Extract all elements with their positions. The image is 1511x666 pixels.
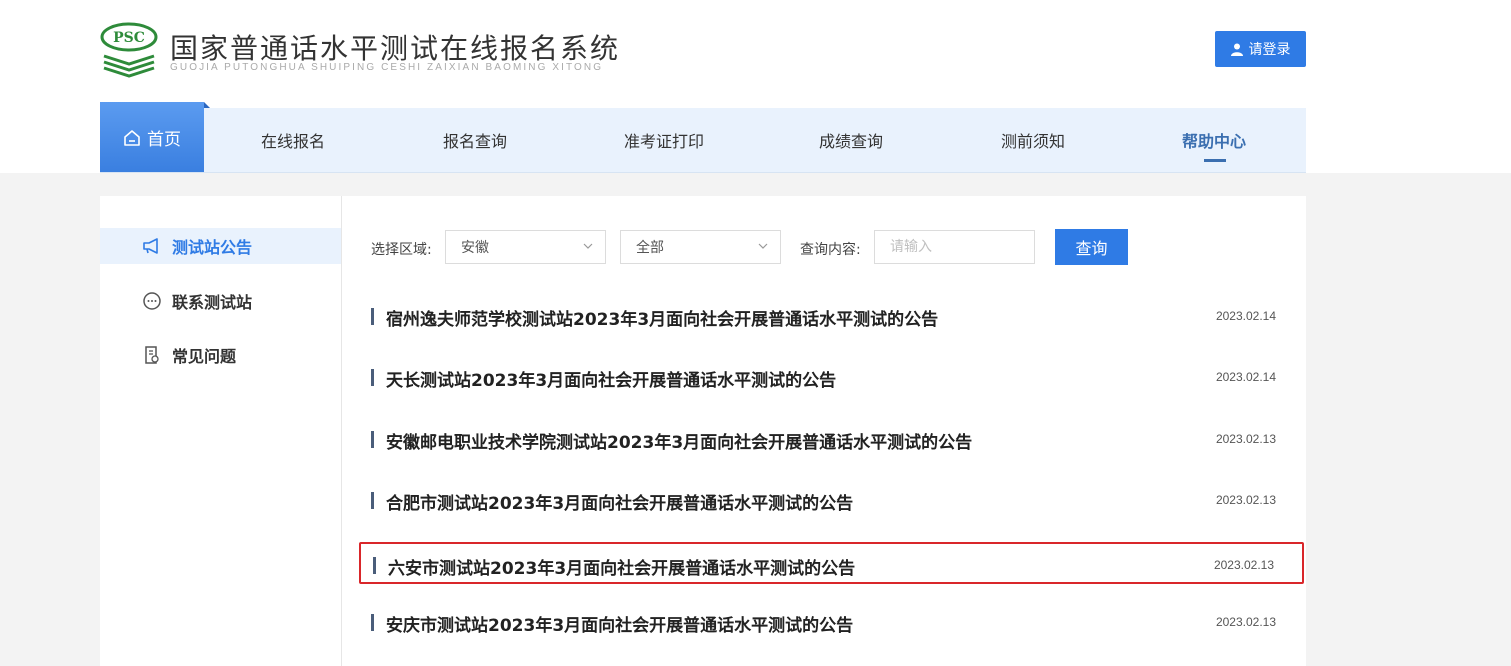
notice-title[interactable]: 宿州逸夫师范学校测试站2023年3月面向社会开展普通话水平测试的公告	[386, 305, 938, 330]
sidebar-item-label: 联系测试站	[172, 293, 253, 312]
notice-item[interactable]: 安徽邮电职业技术学院测试站2023年3月面向社会开展普通话水平测试的公告 202…	[359, 418, 1304, 460]
notice-date: 2023.02.14	[1215, 370, 1276, 384]
region-select[interactable]: 安徽	[445, 230, 606, 264]
site-title: 国家普通话水平测试在线报名系统	[170, 32, 621, 65]
region-label: 选择区域:	[371, 242, 432, 258]
notice-marker	[371, 308, 374, 325]
notice-item[interactable]: 天长测试站2023年3月面向社会开展普通话水平测试的公告 2023.02.14	[359, 356, 1304, 398]
home-icon	[124, 129, 140, 146]
nav-item-registration-query[interactable]: 报名查询	[442, 108, 508, 172]
notice-title[interactable]: 天长测试站2023年3月面向社会开展普通话水平测试的公告	[386, 366, 836, 391]
notice-title[interactable]: 合肥市测试站2023年3月面向社会开展普通话水平测试的公告	[386, 489, 853, 514]
megaphone-icon	[143, 238, 158, 254]
notice-title[interactable]: 安庆市测试站2023年3月面向社会开展普通话水平测试的公告	[386, 611, 853, 636]
nav-home-label: 首页	[147, 129, 181, 150]
sidebar-item-label: 测试站公告	[172, 238, 253, 257]
notice-title[interactable]: 安徽邮电职业技术学院测试站2023年3月面向社会开展普通话水平测试的公告	[386, 428, 972, 453]
search-input[interactable]	[874, 230, 1035, 264]
document-icon	[145, 346, 159, 364]
notice-item[interactable]: 合肥市测试站2023年3月面向社会开展普通话水平测试的公告 2023.02.13	[359, 479, 1304, 521]
sidebar-item-label: 常见问题	[172, 347, 237, 366]
login-button[interactable]: 请登录	[1215, 31, 1306, 67]
sidebar-item-faq[interactable]: 常见问题	[100, 337, 341, 373]
psc-logo: PSC	[100, 22, 158, 78]
notice-date: 2023.02.14	[1215, 309, 1276, 323]
notice-marker	[373, 557, 376, 574]
query-button[interactable]: 查询	[1055, 229, 1128, 265]
svg-text:PSC: PSC	[113, 30, 145, 46]
notice-marker	[371, 369, 374, 386]
nav-item-online-registration[interactable]: 在线报名	[260, 108, 326, 172]
scope-select-value: 全部	[636, 240, 664, 256]
notice-date: 2023.02.13	[1215, 432, 1276, 446]
region-select-value: 安徽	[461, 240, 489, 256]
nav-item-score-query[interactable]: 成绩查询	[818, 108, 884, 172]
notice-date: 2023.02.13	[1215, 615, 1276, 629]
nav-item-admission-ticket[interactable]: 准考证打印	[622, 108, 706, 172]
sidebar-item-notices[interactable]: 测试站公告	[100, 228, 341, 264]
query-label: 查询内容:	[800, 242, 861, 258]
notice-marker	[371, 431, 374, 448]
nav-active-indicator	[1204, 159, 1226, 162]
chevron-down-icon	[758, 243, 768, 249]
notice-date: 2023.02.13	[1215, 493, 1276, 507]
notice-item-highlighted[interactable]: 六安市测试站2023年3月面向社会开展普通话水平测试的公告 2023.02.13	[359, 542, 1304, 584]
sidebar-item-contact[interactable]: 联系测试站	[100, 283, 341, 319]
notice-marker	[371, 614, 374, 631]
nav-item-pretest-notice[interactable]: 测前须知	[1000, 108, 1066, 172]
notice-title[interactable]: 六安市测试站2023年3月面向社会开展普通话水平测试的公告	[388, 554, 855, 579]
nav-item-help-center[interactable]: 帮助中心	[1181, 108, 1247, 172]
notice-item[interactable]: 宿州逸夫师范学校测试站2023年3月面向社会开展普通话水平测试的公告 2023.…	[359, 295, 1304, 337]
scope-select[interactable]: 全部	[620, 230, 781, 264]
notice-marker	[371, 492, 374, 509]
nav-item-home[interactable]: 首页	[100, 102, 210, 172]
sidebar: 测试站公告 联系测试站 常见问题	[100, 196, 342, 666]
login-label: 请登录	[1248, 42, 1291, 58]
user-icon	[1230, 43, 1243, 56]
notice-date: 2023.02.13	[1213, 558, 1274, 572]
notice-item[interactable]: 安庆市测试站2023年3月面向社会开展普通话水平测试的公告 2023.02.13	[359, 601, 1304, 643]
content-panel: 测试站公告 联系测试站 常见问题 选择区域: 安徽 全部 查询内容: 请输入 查…	[100, 196, 1306, 666]
chevron-down-icon	[583, 243, 593, 249]
main-nav: 首页 在线报名 报名查询 准考证打印 成绩查询 测前须知 帮助中心	[100, 102, 1306, 173]
chat-bubble-icon	[143, 292, 161, 310]
site-subtitle: GUOJIA PUTONGHUA SHUIPING CESHI ZAIXIAN …	[170, 62, 604, 73]
